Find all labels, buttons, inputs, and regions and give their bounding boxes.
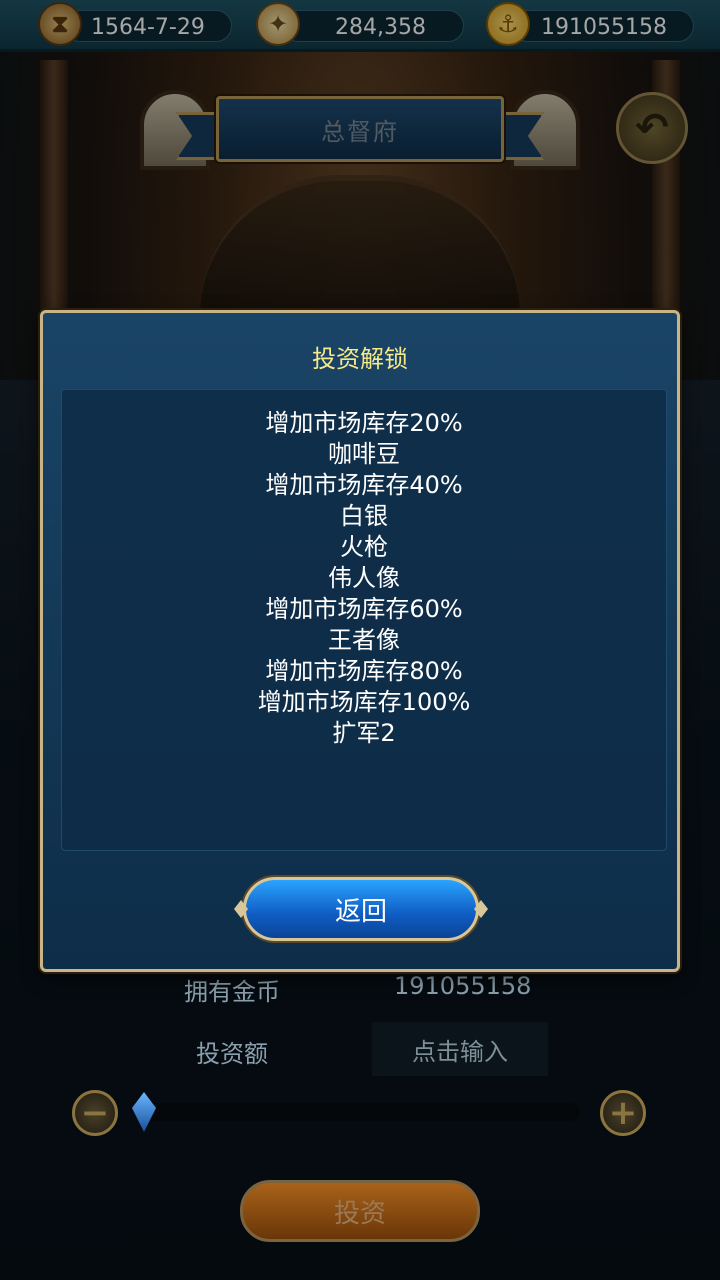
list-item: 伟人像: [328, 564, 400, 592]
list-item: 咖啡豆: [328, 440, 400, 468]
list-item: 增加市场库存80%: [265, 657, 463, 685]
list-item: 王者像: [328, 626, 400, 654]
list-item: 火枪: [340, 533, 388, 561]
return-button[interactable]: 返回: [243, 877, 479, 941]
decrease-button[interactable]: −: [72, 1090, 118, 1136]
list-item: 增加市场库存60%: [265, 595, 463, 623]
invest-slider[interactable]: [140, 1103, 580, 1121]
invest-amount-input[interactable]: 点击输入: [372, 1022, 548, 1076]
plus-icon: +: [608, 1093, 638, 1133]
list-item: 增加市场库存20%: [265, 409, 463, 437]
list-item: 增加市场库存100%: [257, 688, 471, 716]
list-item: 扩军2: [332, 719, 396, 747]
unlock-modal: 投资解锁 增加市场库存20% 咖啡豆 增加市场库存40% 白银 火枪 伟人像 增…: [40, 310, 680, 972]
increase-button[interactable]: +: [600, 1090, 646, 1136]
modal-title: 投资解锁: [312, 345, 408, 373]
owned-gold-label: 拥有金币: [184, 978, 280, 1006]
unlock-list-panel: 增加市场库存20% 咖啡豆 增加市场库存40% 白银 火枪 伟人像 增加市场库存…: [61, 389, 667, 851]
list-item: 白银: [340, 502, 388, 530]
invest-button[interactable]: 投资: [240, 1180, 480, 1242]
unlock-list: 增加市场库存20% 咖啡豆 增加市场库存40% 白银 火枪 伟人像 增加市场库存…: [62, 408, 666, 749]
owned-gold-value: 191055158: [394, 972, 532, 1000]
list-item: 增加市场库存40%: [265, 471, 463, 499]
invest-amount-label: 投资额: [196, 1040, 268, 1068]
minus-icon: −: [80, 1093, 110, 1133]
